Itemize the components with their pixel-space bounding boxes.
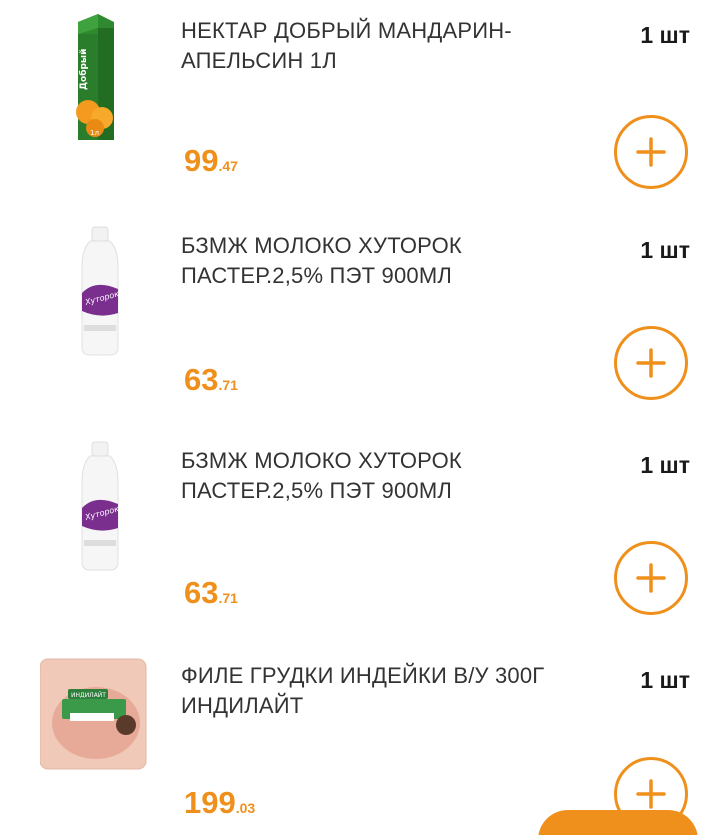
- floating-cart-button[interactable]: [538, 810, 698, 835]
- price-integer: 99: [184, 143, 219, 178]
- price: 63.71: [184, 362, 238, 398]
- list-item[interactable]: Хуторок БЗМЖ МОЛОКО ХУТОРОК ПАСТЕР.2,5% …: [0, 430, 720, 645]
- price-integer: 63: [184, 362, 219, 397]
- price-fraction: .47: [218, 158, 238, 174]
- product-name: ФИЛЕ ГРУДКИ ИНДЕЙКИ В/У 300Г ИНДИЛАЙТ: [181, 663, 545, 718]
- product-name: БЗМЖ МОЛОКО ХУТОРОК ПАСТЕР.2,5% ПЭТ 900М…: [181, 448, 462, 503]
- price-fraction: .03: [235, 800, 256, 816]
- svg-text:1л: 1л: [90, 129, 99, 137]
- price-fraction: .71: [218, 590, 238, 606]
- price: 199.03: [184, 785, 255, 821]
- list-item[interactable]: Добрый 1л НЕКТАР ДОБРЫЙ МАНДАРИН-АПЕЛЬСИ…: [0, 0, 720, 215]
- product-name: НЕКТАР ДОБРЫЙ МАНДАРИН-АПЕЛЬСИН 1Л: [181, 18, 512, 73]
- cart-item-list: Добрый 1л НЕКТАР ДОБРЫЙ МАНДАРИН-АПЕЛЬСИ…: [0, 0, 720, 835]
- plus-icon: [636, 348, 666, 378]
- list-item[interactable]: ИНДИЛАЙТ ФИЛЕ ГРУДКИ ИНДЕЙКИ В/У 300Г ИН…: [0, 645, 720, 835]
- price-fraction: .71: [218, 377, 238, 393]
- price: 99.47: [184, 143, 238, 179]
- quantity-label: 1 шт: [640, 667, 690, 693]
- quantity-label: 1 шт: [640, 452, 690, 478]
- product-name: БЗМЖ МОЛОКО ХУТОРОК ПАСТЕР.2,5% ПЭТ 900М…: [181, 233, 462, 288]
- price: 63.71: [184, 575, 238, 611]
- price-integer: 63: [184, 575, 219, 610]
- product-image-juice[interactable]: Добрый 1л: [40, 0, 160, 150]
- product-image-milk[interactable]: Хуторок: [40, 430, 160, 580]
- quantity-label: 1 шт: [640, 237, 690, 263]
- brand-logo-text: Добрый: [78, 49, 89, 90]
- brand-logo-text: ИНДИЛАЙТ: [71, 692, 106, 699]
- add-to-cart-button[interactable]: [614, 115, 688, 189]
- add-to-cart-button[interactable]: [614, 326, 688, 400]
- plus-icon: [636, 137, 666, 167]
- list-item[interactable]: Хуторок БЗМЖ МОЛОКО ХУТОРОК ПАСТЕР.2,5% …: [0, 215, 720, 430]
- product-image-milk[interactable]: Хуторок: [40, 215, 160, 365]
- add-to-cart-button[interactable]: [614, 541, 688, 615]
- plus-icon: [636, 563, 666, 593]
- price-integer: 199: [184, 785, 236, 820]
- quantity-label: 1 шт: [640, 22, 690, 48]
- product-image-turkey[interactable]: ИНДИЛАЙТ: [39, 653, 160, 803]
